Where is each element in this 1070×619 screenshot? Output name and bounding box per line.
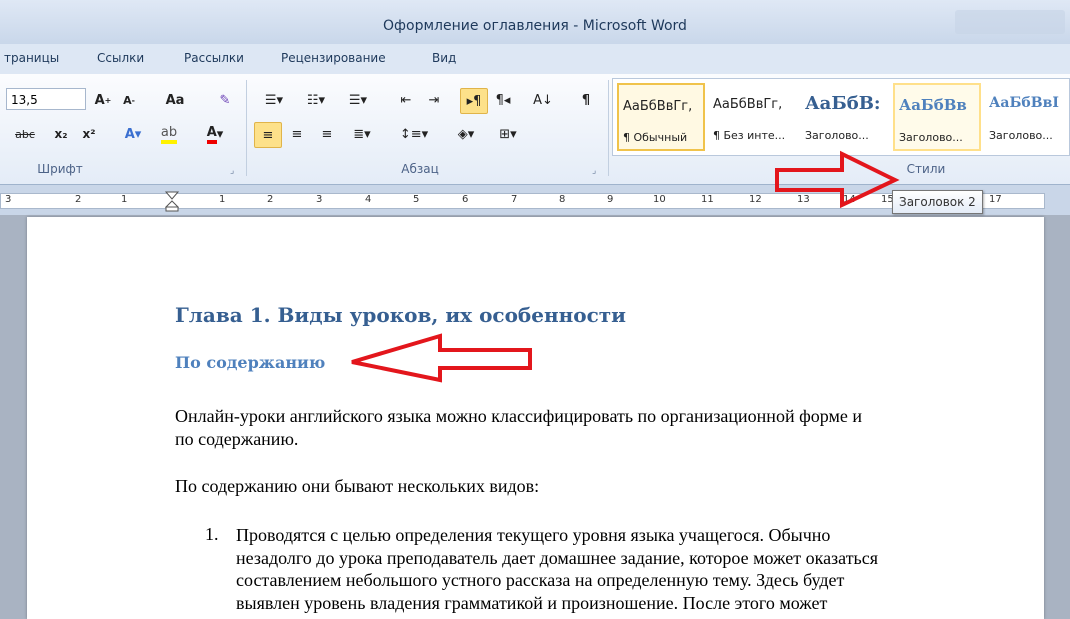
arrow-left-icon — [351, 333, 532, 383]
arrow-right-icon — [775, 150, 900, 209]
annotation-overlay — [351, 150, 900, 383]
